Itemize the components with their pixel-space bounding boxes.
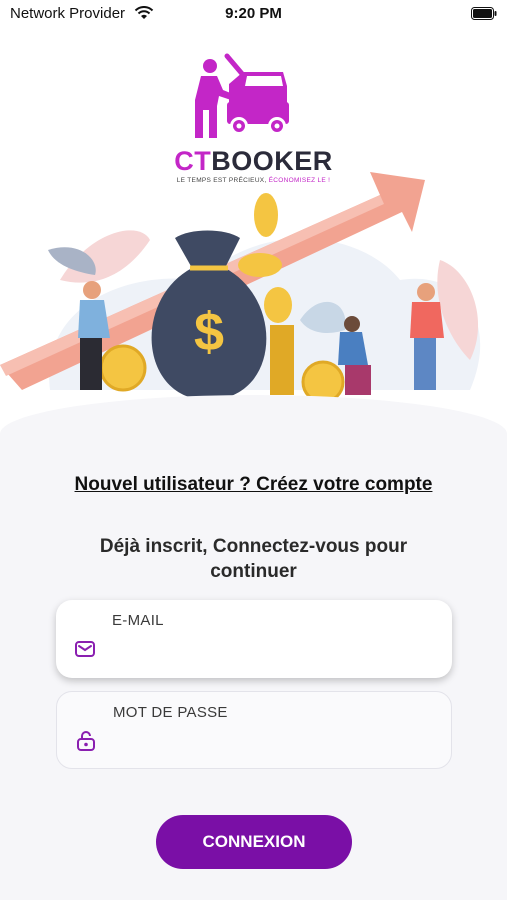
email-input[interactable] <box>112 636 436 666</box>
svg-text:$: $ <box>194 302 224 362</box>
brand-name: CTBOOKER <box>0 146 507 177</box>
tagline-accent: ÉCONOMISEZ LE ! <box>268 177 331 184</box>
email-label: E-MAIL <box>112 612 164 629</box>
brand-tagline: LE TEMPS EST PRÉCIEUX, ÉCONOMISEZ LE ! <box>0 177 507 184</box>
password-field[interactable]: MOT DE PASSE <box>56 691 452 769</box>
tagline-start: LE TEMPS EST PRÉCIEUX, <box>176 177 269 184</box>
logo-mechanic-car-icon <box>195 53 289 138</box>
money-bag-illustration: $ <box>0 172 481 404</box>
status-bar: Network Provider 9:20 PM <box>0 0 507 28</box>
battery-icon <box>471 7 497 20</box>
signup-link[interactable]: Nouvel utilisateur ? Créez votre compte <box>0 474 507 496</box>
mail-icon <box>75 641 95 657</box>
brand-suffix: BOOKER <box>211 146 333 176</box>
email-field[interactable]: E-MAIL <box>56 600 452 678</box>
lock-icon <box>77 731 95 751</box>
login-prompt: Déjà inscrit, Connectez-vous pour contin… <box>99 536 408 582</box>
brand-prefix: CT <box>174 146 212 176</box>
login-button[interactable]: CONNEXION <box>156 815 352 869</box>
status-time: 9:20 PM <box>225 5 282 22</box>
password-input[interactable] <box>113 728 437 758</box>
password-label: MOT DE PASSE <box>113 704 228 721</box>
